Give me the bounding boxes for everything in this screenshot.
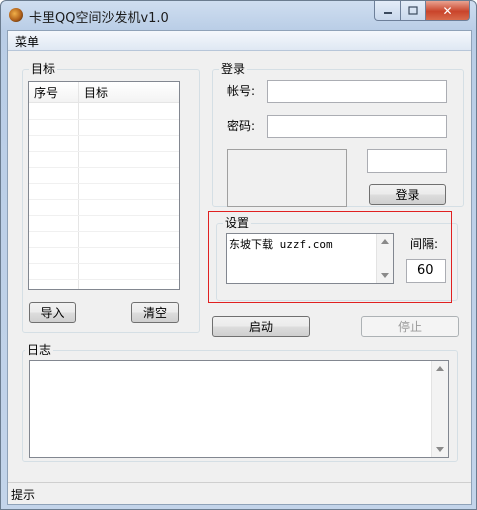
menu-item-menu[interactable]: 菜单 [15, 33, 39, 50]
grid-line [29, 279, 179, 280]
minimize-button[interactable] [374, 1, 401, 21]
minimize-icon [383, 11, 392, 14]
grid-line [29, 199, 179, 200]
grid-line [29, 167, 179, 168]
password-label: 密码: [227, 119, 256, 133]
login-group-label: 登录 [219, 61, 248, 77]
captcha-input[interactable] [367, 149, 447, 173]
grid-line [29, 135, 179, 136]
login-button[interactable]: 登录 [369, 184, 446, 205]
log-textarea[interactable] [29, 360, 449, 458]
log-scrollbar[interactable] [431, 361, 448, 457]
title-bar[interactable]: 卡里QQ空间沙发机v1.0 ✕ [1, 1, 476, 29]
close-icon: ✕ [442, 3, 453, 18]
grid-line [29, 151, 179, 152]
target-list-header: 序号 目标 [29, 82, 179, 103]
grid-line [29, 119, 179, 120]
stop-button[interactable]: 停止 [361, 316, 459, 337]
start-button[interactable]: 启动 [212, 316, 310, 337]
menu-bar: 菜单 [8, 31, 471, 51]
scroll-up-icon [436, 366, 444, 371]
maximize-icon [408, 6, 418, 15]
grid-line [29, 231, 179, 232]
main-window: 卡里QQ空间沙发机v1.0 ✕ 菜单 目标 序号 目标 导入 清空 登录 帐号:… [0, 0, 477, 510]
log-group-label: 日志 [25, 342, 54, 358]
captcha-image [227, 149, 347, 207]
column-separator [78, 82, 79, 289]
login-group: 登录 帐号: 密码: 登录 [212, 61, 464, 207]
log-group: 日志 [22, 342, 458, 462]
clear-button[interactable]: 清空 [131, 302, 179, 323]
column-header-target[interactable]: 目标 [84, 84, 108, 101]
app-logo-icon [9, 8, 23, 22]
grid-line [29, 263, 179, 264]
client-area: 菜单 目标 序号 目标 导入 清空 登录 帐号: 密码: 登录 设置 东坡下载 … [7, 30, 472, 505]
grid-line [29, 247, 179, 248]
target-list[interactable]: 序号 目标 [28, 81, 180, 290]
scroll-down-icon [436, 447, 444, 452]
import-button[interactable]: 导入 [29, 302, 76, 323]
account-input[interactable] [267, 80, 447, 103]
target-group: 目标 序号 目标 导入 清空 [22, 61, 200, 333]
maximize-button[interactable] [401, 1, 426, 21]
target-group-label: 目标 [29, 61, 58, 77]
status-text: 提示 [11, 488, 36, 502]
grid-line [29, 183, 179, 184]
caption-buttons: ✕ [374, 1, 470, 21]
status-bar: 提示 [8, 482, 471, 504]
account-label: 帐号: [227, 84, 256, 98]
window-title: 卡里QQ空间沙发机v1.0 [29, 11, 169, 26]
close-button[interactable]: ✕ [426, 1, 470, 21]
column-header-index[interactable]: 序号 [34, 84, 58, 101]
grid-line [29, 215, 179, 216]
password-input[interactable] [267, 115, 447, 138]
settings-highlight-frame [208, 211, 452, 303]
